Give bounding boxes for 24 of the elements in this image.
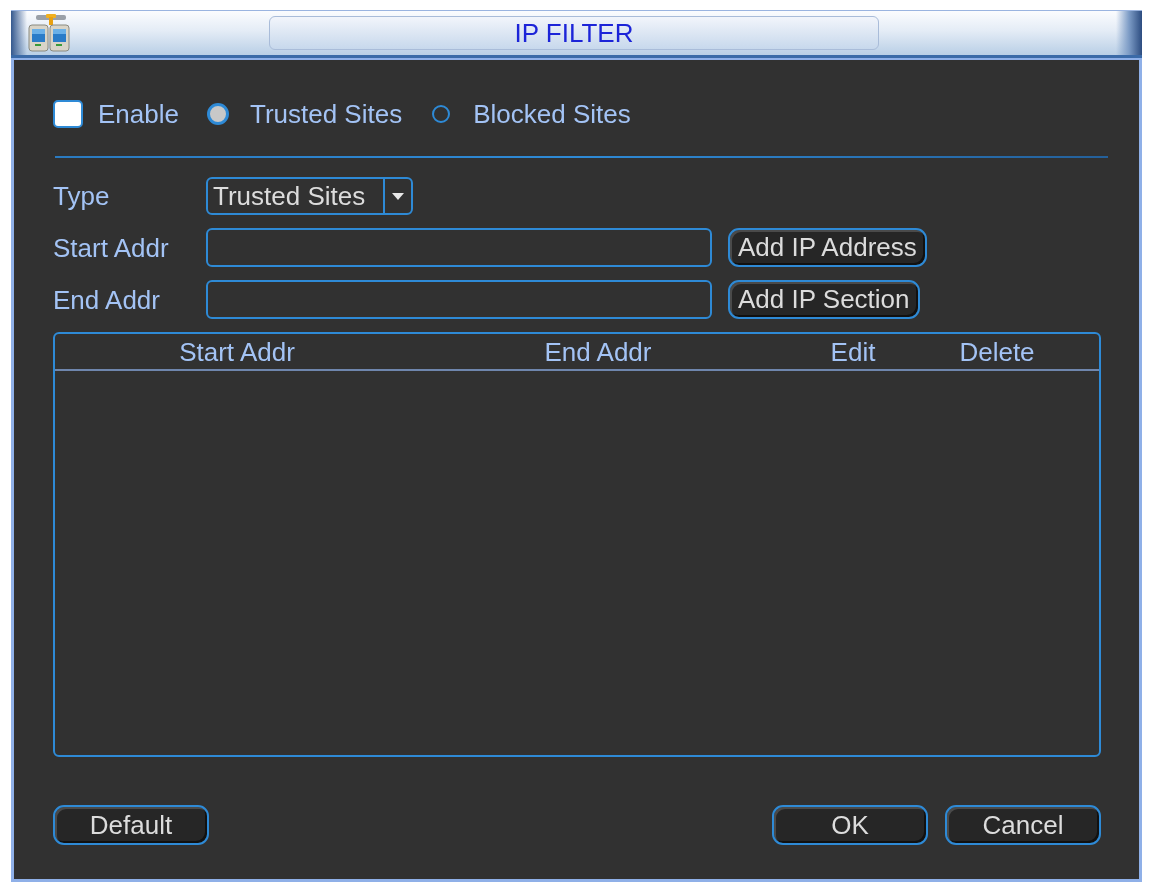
caret-icon <box>392 192 404 200</box>
radio-label: Blocked Sites <box>473 99 631 129</box>
field-label: End Addr <box>53 284 161 315</box>
ok-button[interactable]: OK <box>772 805 928 845</box>
column-header: Edit <box>830 336 876 367</box>
default-button[interactable]: Default <box>53 805 209 845</box>
field-label: Type <box>53 181 111 211</box>
radio-button[interactable] <box>430 103 453 125</box>
enable-checkbox[interactable] <box>53 100 83 128</box>
field-label: Start Addr <box>53 232 170 263</box>
network-computers-icon <box>28 13 72 53</box>
type-dropdown[interactable]: Trusted Sites <box>206 177 413 215</box>
checkbox-label: Enable <box>98 99 179 129</box>
add-button[interactable]: Add IP Section <box>728 280 920 319</box>
column-header: End Addr <box>544 336 652 367</box>
cancel-button[interactable]: Cancel <box>945 805 1101 845</box>
radio-button[interactable] <box>206 103 229 125</box>
window-title: IP FILTER <box>269 16 879 50</box>
address-input[interactable] <box>206 228 712 267</box>
address-input[interactable] <box>206 280 712 319</box>
add-button[interactable]: Add IP Address <box>728 228 927 267</box>
column-header: Start Addr <box>179 336 295 367</box>
radio-label: Trusted Sites <box>249 99 403 129</box>
column-header: Delete <box>959 336 1035 367</box>
